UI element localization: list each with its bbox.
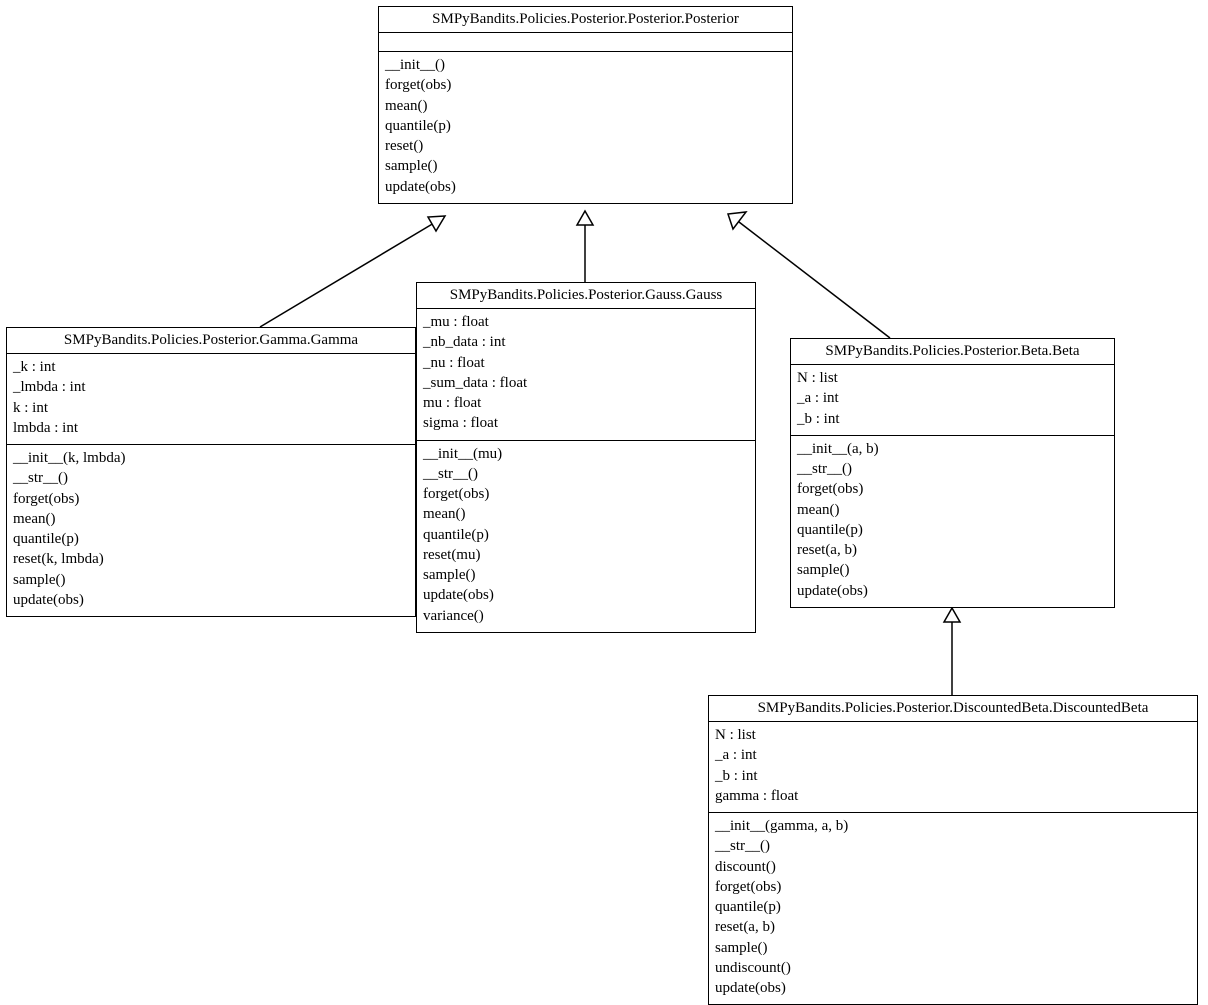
method: forget(obs) bbox=[13, 489, 409, 509]
method: sample() bbox=[423, 565, 749, 585]
method: quantile(p) bbox=[423, 525, 749, 545]
uml-class-discountedbeta: SMPyBandits.Policies.Posterior.Discounte… bbox=[708, 695, 1198, 1005]
method: __init__() bbox=[385, 55, 786, 75]
attr: _nb_data : int bbox=[423, 332, 749, 352]
class-title: SMPyBandits.Policies.Posterior.Gauss.Gau… bbox=[417, 283, 755, 309]
attr: sigma : float bbox=[423, 413, 749, 433]
arrow-gauss-to-posterior bbox=[577, 211, 593, 282]
class-attrs: _k : int _lmbda : int k : int lmbda : in… bbox=[7, 354, 415, 445]
class-methods: __init__(mu) __str__() forget(obs) mean(… bbox=[417, 441, 755, 632]
method: forget(obs) bbox=[797, 479, 1108, 499]
arrow-discountedbeta-to-beta bbox=[944, 608, 960, 695]
method: __str__() bbox=[715, 836, 1191, 856]
method: reset(mu) bbox=[423, 545, 749, 565]
method: quantile(p) bbox=[13, 529, 409, 549]
method: sample() bbox=[797, 560, 1108, 580]
uml-class-gauss: SMPyBandits.Policies.Posterior.Gauss.Gau… bbox=[416, 282, 756, 633]
method: quantile(p) bbox=[385, 116, 786, 136]
method: __init__(k, lmbda) bbox=[13, 448, 409, 468]
method: __str__() bbox=[797, 459, 1108, 479]
attr: _k : int bbox=[13, 357, 409, 377]
method: discount() bbox=[715, 857, 1191, 877]
attr: N : list bbox=[715, 725, 1191, 745]
method: __init__(a, b) bbox=[797, 439, 1108, 459]
attr: N : list bbox=[797, 368, 1108, 388]
attr: mu : float bbox=[423, 393, 749, 413]
method: forget(obs) bbox=[715, 877, 1191, 897]
method: update(obs) bbox=[423, 585, 749, 605]
method: reset() bbox=[385, 136, 786, 156]
method: sample() bbox=[715, 938, 1191, 958]
method: reset(k, lmbda) bbox=[13, 549, 409, 569]
class-attrs: N : list _a : int _b : int bbox=[791, 365, 1114, 436]
class-methods: __init__() forget(obs) mean() quantile(p… bbox=[379, 52, 792, 203]
attr: lmbda : int bbox=[13, 418, 409, 438]
attr: k : int bbox=[13, 398, 409, 418]
class-title: SMPyBandits.Policies.Posterior.Posterior… bbox=[379, 7, 792, 33]
method: __str__() bbox=[423, 464, 749, 484]
attr: _b : int bbox=[715, 766, 1191, 786]
method: forget(obs) bbox=[385, 75, 786, 95]
method: sample() bbox=[385, 156, 786, 176]
attr: _a : int bbox=[715, 745, 1191, 765]
attr: _mu : float bbox=[423, 312, 749, 332]
attr: gamma : float bbox=[715, 786, 1191, 806]
method: reset(a, b) bbox=[797, 540, 1108, 560]
method: update(obs) bbox=[715, 978, 1191, 998]
class-methods: __init__(k, lmbda) __str__() forget(obs)… bbox=[7, 445, 415, 616]
attr: _lmbda : int bbox=[13, 377, 409, 397]
method: forget(obs) bbox=[423, 484, 749, 504]
method: mean() bbox=[423, 504, 749, 524]
attr: _a : int bbox=[797, 388, 1108, 408]
method: update(obs) bbox=[385, 177, 786, 197]
class-attrs: _mu : float _nb_data : int _nu : float _… bbox=[417, 309, 755, 441]
method: reset(a, b) bbox=[715, 917, 1191, 937]
method: __init__(gamma, a, b) bbox=[715, 816, 1191, 836]
class-attrs: N : list _a : int _b : int gamma : float bbox=[709, 722, 1197, 813]
method: update(obs) bbox=[797, 581, 1108, 601]
class-title: SMPyBandits.Policies.Posterior.Beta.Beta bbox=[791, 339, 1114, 365]
class-attrs-empty bbox=[379, 33, 792, 52]
attr: _nu : float bbox=[423, 353, 749, 373]
method: mean() bbox=[385, 96, 786, 116]
method: __init__(mu) bbox=[423, 444, 749, 464]
uml-class-gamma: SMPyBandits.Policies.Posterior.Gamma.Gam… bbox=[6, 327, 416, 617]
attr: _sum_data : float bbox=[423, 373, 749, 393]
uml-class-posterior: SMPyBandits.Policies.Posterior.Posterior… bbox=[378, 6, 793, 204]
method: quantile(p) bbox=[797, 520, 1108, 540]
method: mean() bbox=[13, 509, 409, 529]
class-methods: __init__(gamma, a, b) __str__() discount… bbox=[709, 813, 1197, 1004]
method: undiscount() bbox=[715, 958, 1191, 978]
method: __str__() bbox=[13, 468, 409, 488]
method: mean() bbox=[797, 500, 1108, 520]
method: sample() bbox=[13, 570, 409, 590]
class-methods: __init__(a, b) __str__() forget(obs) mea… bbox=[791, 436, 1114, 607]
method: quantile(p) bbox=[715, 897, 1191, 917]
method: update(obs) bbox=[13, 590, 409, 610]
class-title: SMPyBandits.Policies.Posterior.Gamma.Gam… bbox=[7, 328, 415, 354]
method: variance() bbox=[423, 606, 749, 626]
attr: _b : int bbox=[797, 409, 1108, 429]
class-title: SMPyBandits.Policies.Posterior.Discounte… bbox=[709, 696, 1197, 722]
uml-class-beta: SMPyBandits.Policies.Posterior.Beta.Beta… bbox=[790, 338, 1115, 608]
